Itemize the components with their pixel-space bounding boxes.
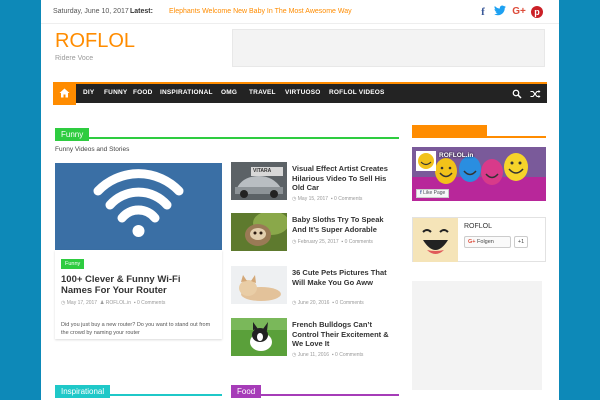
featured-post-card: Funny 100+ Clever & Funny Wi-Fi Names Fo… (55, 250, 222, 339)
nav-item-inspirational[interactable]: INSPIRATIONAL (160, 89, 213, 96)
current-date: Saturday, June 10, 2017 (53, 8, 129, 15)
top-bar: Saturday, June 10, 2017 Latest: Elephant… (41, 0, 559, 24)
inspirational-section-header: Inspirational (55, 381, 222, 398)
post-thumbnail[interactable] (231, 266, 287, 304)
laughing-face-avatar (413, 218, 458, 262)
facebook-icon[interactable]: f (476, 5, 490, 19)
follow-button[interactable]: G+ Folgen (464, 236, 511, 248)
post-item: 36 Cute Pets Pictures That Will Make You… (231, 266, 399, 314)
featured-post-title[interactable]: 100+ Clever & Funny Wi-Fi Names For Your… (61, 274, 211, 296)
twitter-icon[interactable] (493, 5, 507, 20)
main-navbar: DIY FUNNY FOOD INSPIRATIONAL OMG TRAVEL … (53, 82, 547, 105)
sidebar-widget-title-block (412, 125, 487, 138)
follow-label: Folgen (477, 239, 494, 245)
page: Saturday, June 10, 2017 Latest: Elephant… (41, 0, 559, 400)
header-ad-slot (232, 29, 545, 67)
pinterest-icon[interactable]: p (531, 6, 543, 18)
home-icon (59, 88, 70, 98)
post-meta: ◷ February 25, 2017 ▪ 0 Comments (292, 238, 400, 247)
post-meta: ◷ May 15, 2017 ▪ 0 Comments (292, 195, 400, 204)
post-date[interactable]: February 25, 2017 (298, 239, 339, 245)
google-plus-icon[interactable]: G+ (510, 5, 528, 19)
thumbnail-caption: VITARA (253, 168, 272, 174)
nav-item-omg[interactable]: OMG (221, 89, 237, 96)
nav-item-food[interactable]: FOOD (133, 89, 153, 96)
search-icon[interactable] (512, 89, 522, 99)
funny-section-title[interactable]: Funny (55, 128, 90, 141)
post-comments[interactable]: 0 Comments (334, 196, 362, 202)
post-comments[interactable]: 0 Comments (335, 352, 363, 358)
plus-one-count[interactable]: +1 (514, 236, 528, 248)
food-section-title[interactable]: Food (231, 385, 262, 398)
facebook-page-widget[interactable]: ROFLOL.in f Like Page (412, 147, 546, 201)
post-date[interactable]: June 11, 2016 (298, 352, 329, 358)
site-description: Ridere Voce (55, 55, 94, 62)
google-plus-icon: G+ (468, 239, 476, 245)
funny-section-header: Funny (55, 124, 399, 141)
post-item: VITARA Visual Effect Artist Creates Hila… (231, 162, 399, 210)
post-author[interactable]: ROFLOL.in (106, 300, 131, 306)
post-date[interactable]: May 17, 2017 (67, 300, 97, 306)
post-comments[interactable]: 0 Comments (345, 239, 373, 245)
category-tag[interactable]: Funny (61, 259, 85, 269)
shuffle-icon[interactable] (530, 89, 541, 99)
home-button[interactable] (53, 82, 76, 105)
facebook-like-page-button[interactable]: f Like Page (416, 189, 450, 198)
post-title[interactable]: Visual Effect Artist Creates Hilarious V… (292, 164, 399, 193)
nav-item-funny[interactable]: FUNNY (104, 89, 127, 96)
funny-section-subtitle: Funny Videos and Stories (55, 146, 130, 153)
sidebar-widget-header (412, 125, 546, 138)
post-meta: ◷ June 11, 2016 ▪ 0 Comments (292, 351, 400, 360)
wifi-icon (93, 169, 184, 237)
post-title[interactable]: Baby Sloths Try To Speak And It’s Super … (292, 215, 399, 234)
bulldog-photo (231, 318, 287, 356)
twitter-bird-glyph (494, 5, 506, 16)
post-thumbnail[interactable] (231, 213, 287, 251)
post-item: French Bulldogs Can’t Control Their Exci… (231, 318, 399, 366)
post-date[interactable]: June 20, 2016 (298, 300, 330, 306)
post-comments[interactable]: 0 Comments (335, 300, 363, 306)
google-plus-card: ROFLOL G+ Folgen +1 (412, 217, 546, 262)
like-page-label: Like Page (423, 190, 446, 196)
post-thumbnail[interactable]: VITARA (231, 162, 287, 200)
inspirational-section-title[interactable]: Inspirational (55, 385, 111, 398)
nav-item-travel[interactable]: TRAVEL (249, 89, 276, 96)
nav-item-virtuoso[interactable]: VIRTUOSO (285, 89, 321, 96)
kitten-photo (231, 266, 287, 304)
nav-item-roflol-videos[interactable]: ROFLOL VIDEOS (329, 89, 385, 96)
featured-post-excerpt: Did you just buy a new router? Do you wa… (61, 322, 211, 336)
post-thumbnail[interactable] (231, 318, 287, 356)
featured-post-image[interactable] (55, 163, 222, 250)
facebook-page-name[interactable]: ROFLOL.in (439, 152, 473, 159)
post-item: Baby Sloths Try To Speak And It’s Super … (231, 213, 399, 261)
food-section-header: Food (231, 381, 399, 398)
nav-item-diy[interactable]: DIY (83, 89, 94, 96)
post-date[interactable]: May 15, 2017 (298, 196, 328, 202)
post-comments[interactable]: 0 Comments (137, 300, 165, 306)
site-title[interactable]: ROFLOL (55, 30, 135, 53)
sloth-photo (231, 213, 287, 251)
post-meta: ◷ June 20, 2016 ▪ 0 Comments (292, 299, 400, 308)
latest-headline-link[interactable]: Elephants Welcome New Baby In The Most A… (169, 8, 352, 15)
latest-label: Latest: (130, 8, 153, 15)
post-title[interactable]: 36 Cute Pets Pictures That Will Make You… (292, 268, 399, 287)
profile-avatar[interactable] (413, 218, 458, 262)
post-title[interactable]: French Bulldogs Can’t Control Their Exci… (292, 320, 399, 349)
profile-name[interactable]: ROFLOL (464, 223, 492, 230)
featured-post-meta: ◷ May 17, 2017 ♟ ROFLOL.in ▪ 0 Comments (61, 300, 165, 306)
sidebar-ad-slot (412, 281, 542, 390)
